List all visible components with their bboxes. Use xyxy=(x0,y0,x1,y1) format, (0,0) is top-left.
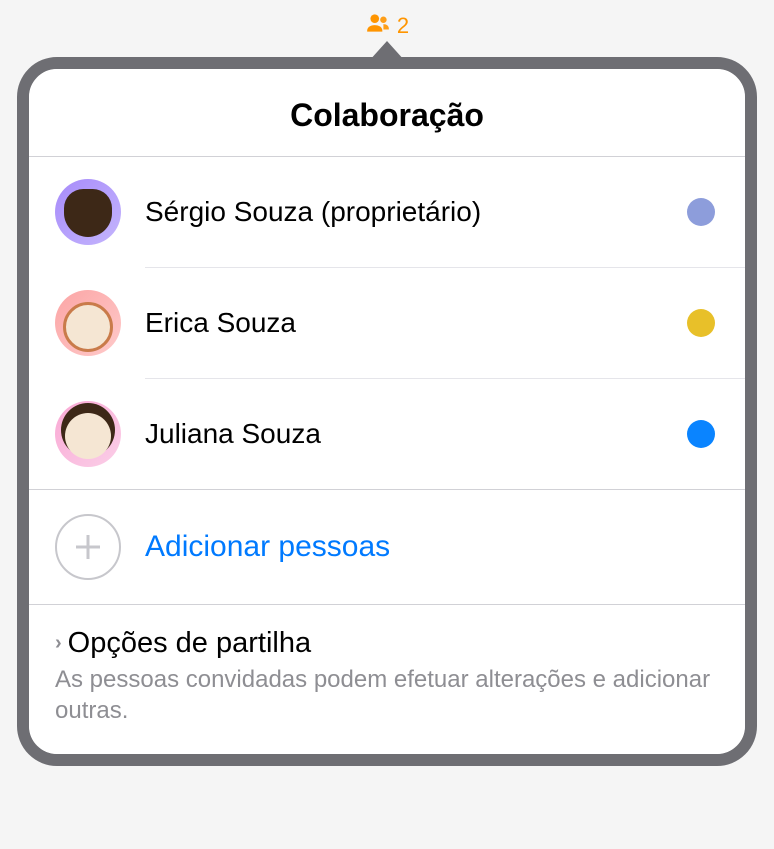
avatar xyxy=(55,401,121,467)
share-options-title: Opções de partilha xyxy=(68,627,311,660)
participant-name: Juliana Souza xyxy=(145,418,687,450)
color-indicator xyxy=(687,309,715,337)
participant-row[interactable]: Sérgio Souza (proprietário) xyxy=(145,157,745,268)
collaboration-popover: Colaboração Sérgio Souza (proprietário) … xyxy=(17,41,757,766)
avatar xyxy=(55,290,121,356)
popover-header: Colaboração xyxy=(29,69,745,157)
participant-name: Sérgio Souza (proprietário) xyxy=(145,196,687,228)
share-options-button[interactable]: › Opções de partilha As pessoas convidad… xyxy=(29,605,745,754)
participant-row[interactable]: Juliana Souza xyxy=(145,379,745,489)
popover-title: Colaboração xyxy=(49,97,725,134)
color-indicator xyxy=(687,420,715,448)
chevron-right-icon: › xyxy=(55,632,62,655)
avatar xyxy=(55,179,121,245)
add-people-button[interactable]: Adicionar pessoas xyxy=(29,489,745,605)
share-options-description: As pessoas convidadas podem efetuar alte… xyxy=(55,664,719,726)
color-indicator xyxy=(687,198,715,226)
plus-icon xyxy=(55,514,121,580)
participants-list: Sérgio Souza (proprietário) Erica Souza … xyxy=(29,157,745,489)
collaboration-indicator[interactable]: 2 xyxy=(365,10,409,41)
people-icon xyxy=(365,10,391,41)
add-people-label: Adicionar pessoas xyxy=(145,530,390,564)
participant-row[interactable]: Erica Souza xyxy=(145,268,745,379)
participant-name: Erica Souza xyxy=(145,307,687,339)
indicator-count: 2 xyxy=(397,13,409,39)
popover-arrow xyxy=(369,41,405,61)
